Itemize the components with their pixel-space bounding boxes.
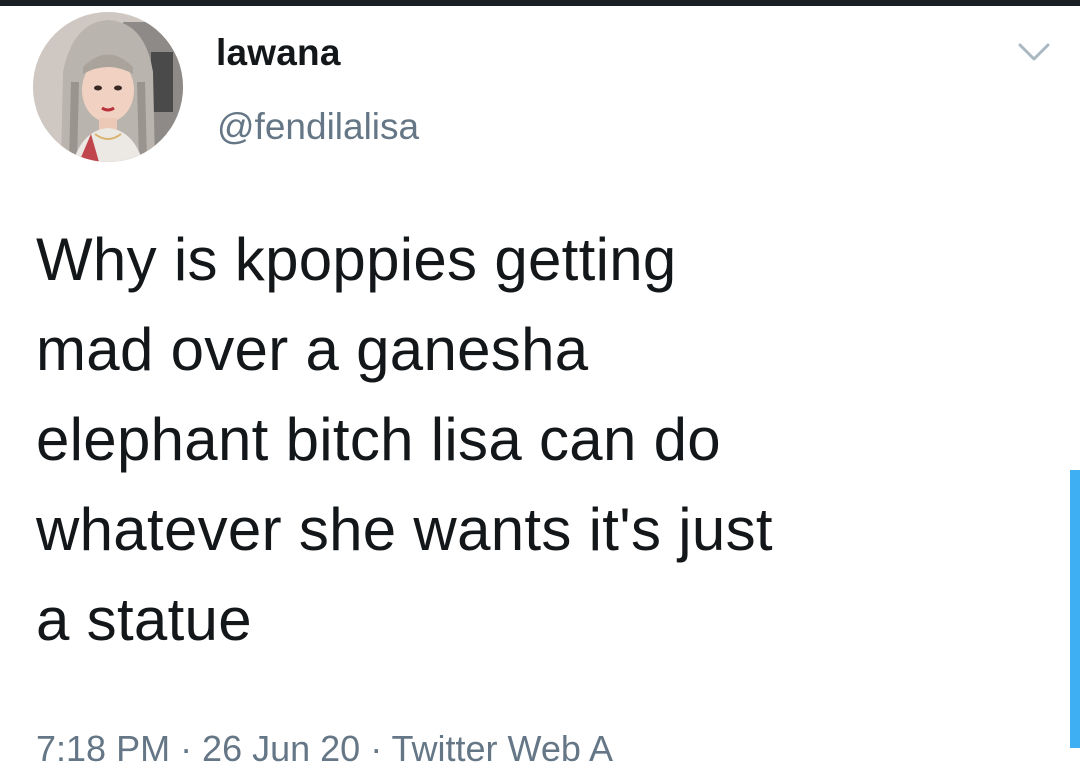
tweet-timestamp: 7:18 PM · 26 Jun 20 · Twitter Web A xyxy=(36,728,613,769)
top-status-bar xyxy=(0,0,1080,6)
display-name[interactable]: lawana xyxy=(216,32,341,74)
scroll-indicator xyxy=(1070,470,1080,748)
chevron-down-icon[interactable] xyxy=(1016,40,1052,64)
profile-photo-icon xyxy=(33,12,183,162)
user-handle[interactable]: @fendilalisa xyxy=(217,106,419,148)
tweet-text: Why is kpoppies getting mad over a ganes… xyxy=(36,226,773,653)
avatar[interactable] xyxy=(33,12,183,162)
